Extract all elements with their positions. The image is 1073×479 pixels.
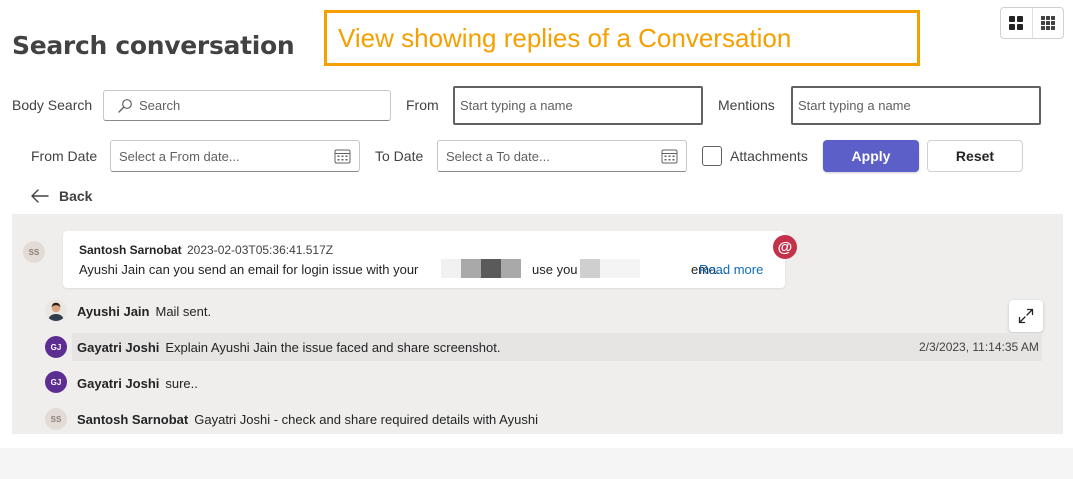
message-timestamp: 2023-02-03T05:36:41.517Z <box>187 243 334 257</box>
redacted-block <box>580 259 600 278</box>
calendar-icon[interactable] <box>661 148 678 167</box>
grid-view-button[interactable] <box>1001 8 1032 38</box>
reply-author: Gayatri Joshi <box>77 375 160 391</box>
reset-button[interactable]: Reset <box>927 140 1023 172</box>
redacted-block <box>441 259 461 278</box>
back-label: Back <box>59 188 93 204</box>
message-body: Ayushi Jain can you send an email for lo… <box>79 262 419 277</box>
redacted-block <box>501 259 521 278</box>
avatar: GJ <box>45 371 67 393</box>
annotation-callout: View showing replies of a Conversation <box>324 10 920 66</box>
mentions-people-picker[interactable]: Start typing a name <box>791 86 1041 125</box>
search-conversation-page: Search conversation View showing replies… <box>0 0 1073 479</box>
redacted-block <box>461 259 481 278</box>
from-placeholder: Start typing a name <box>460 98 573 113</box>
attachments-label: Attachments <box>730 148 808 164</box>
from-date-label: From Date <box>31 148 98 164</box>
reply-row: Gayatri Joshi Explain Ayushi Jain the is… <box>77 334 500 360</box>
arrow-left-icon <box>31 189 49 203</box>
calendar-icon[interactable] <box>334 148 351 167</box>
from-label: From <box>406 97 439 113</box>
expand-button[interactable] <box>1009 300 1043 332</box>
expand-icon <box>1018 308 1034 324</box>
footer-strip <box>0 448 1073 479</box>
body-search-label: Body Search <box>12 97 93 113</box>
to-date-label: To Date <box>375 148 424 164</box>
redacted-block <box>481 259 501 278</box>
mentions-label: Mentions <box>718 97 775 113</box>
from-date-picker[interactable]: Select a From date... <box>110 140 360 172</box>
avatar: SS <box>45 408 67 430</box>
avatar: GJ <box>45 336 67 358</box>
to-date-placeholder: Select a To date... <box>446 148 550 164</box>
mentions-placeholder: Start typing a name <box>798 98 911 113</box>
reply-timestamp: 2/3/2023, 11:14:35 AM <box>919 340 1039 354</box>
avatar-photo <box>45 299 67 321</box>
reply-text: Gayatri Joshi - check and share required… <box>194 411 538 427</box>
page-title: Search conversation <box>12 31 295 60</box>
reply-author: Ayushi Jain <box>77 303 150 319</box>
reply-text: Mail sent. <box>155 303 212 319</box>
from-date-placeholder: Select a From date... <box>119 148 240 164</box>
reply-row: Gayatri Joshi sure.. <box>77 370 198 396</box>
reply-text: Explain Ayushi Jain the issue faced and … <box>165 339 501 355</box>
redacted-block <box>600 259 640 278</box>
grid-2x2-icon <box>1009 16 1024 30</box>
grid-3x3-icon <box>1040 16 1055 30</box>
read-more-link[interactable]: Read more <box>699 262 763 277</box>
reply-text: sure.. <box>165 375 198 391</box>
back-link[interactable]: Back <box>31 188 92 204</box>
body-search-placeholder: Search <box>139 98 181 113</box>
attachments-checkbox[interactable] <box>702 146 722 166</box>
apps-view-button[interactable] <box>1031 8 1063 38</box>
apply-button[interactable]: Apply <box>823 140 919 172</box>
reply-row: Santosh Sarnobat Gayatri Joshi - check a… <box>77 406 538 432</box>
reply-row: Ayushi Jain Mail sent. <box>77 298 211 324</box>
message-body-cont: use you <box>532 262 578 277</box>
reply-author: Gayatri Joshi <box>77 339 160 355</box>
from-people-picker[interactable]: Start typing a name <box>453 86 703 125</box>
body-search-input[interactable]: Search <box>103 90 391 121</box>
reply-author: Santosh Sarnobat <box>77 411 189 427</box>
annotation-callout-text: View showing replies of a Conversation <box>338 23 792 53</box>
view-toggle <box>1000 7 1064 39</box>
message-card: Santosh Sarnobat 2023-02-03T05:36:41.517… <box>63 231 785 288</box>
mention-icon: @ <box>773 235 797 259</box>
to-date-picker[interactable]: Select a To date... <box>437 140 687 172</box>
message-author: Santosh Sarnobat <box>79 243 182 257</box>
search-icon <box>117 98 133 114</box>
avatar: SS <box>23 241 45 263</box>
